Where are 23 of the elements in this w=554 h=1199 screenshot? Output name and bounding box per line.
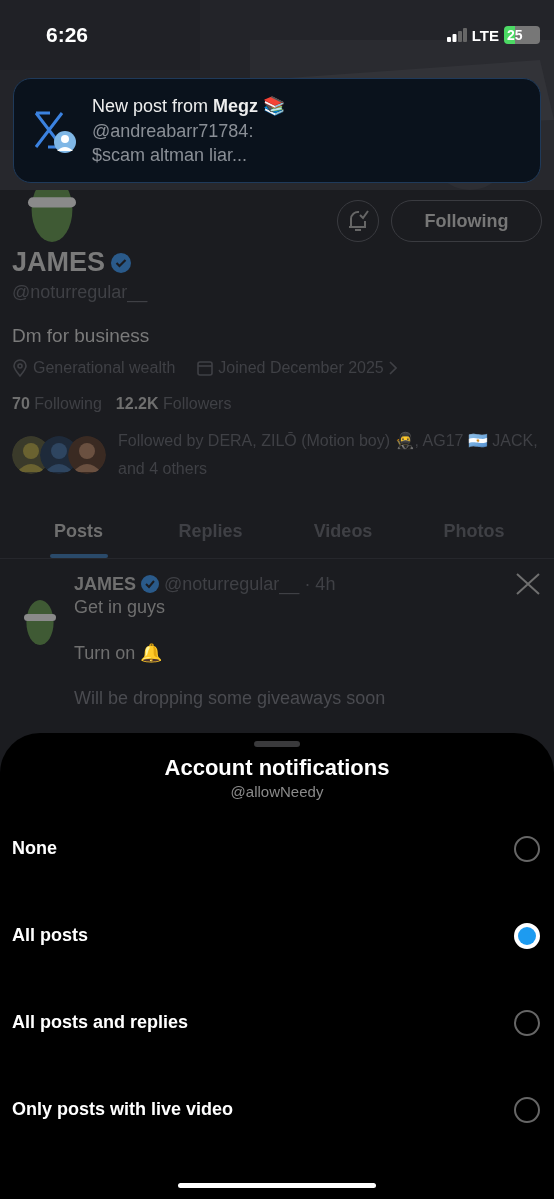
radio-button[interactable] [514, 1096, 540, 1123]
chevron-right-icon [388, 361, 397, 375]
radio-button[interactable] [514, 1009, 540, 1036]
location-icon [12, 359, 28, 377]
profile-bio: Dm for business [12, 325, 151, 347]
sheet-title: Account notifications [163, 755, 391, 781]
notification-option[interactable]: None [0, 805, 554, 892]
sheet-subtitle: @allowNeedy [229, 783, 325, 800]
profile-name: JAMES [12, 247, 106, 278]
post-text: Turn on 🔔 [74, 642, 164, 664]
drag-handle[interactable] [254, 741, 300, 747]
notification-option[interactable]: Only posts with live video [0, 1066, 554, 1153]
bell-icon [347, 209, 369, 233]
notification-option[interactable]: All posts [0, 892, 554, 979]
post-text: Get in guys [74, 597, 167, 618]
author-name: JAMES [74, 573, 136, 595]
calendar-icon [197, 360, 214, 376]
radio-button[interactable] [514, 835, 540, 862]
tab[interactable]: Posts [49, 513, 108, 558]
notification-option[interactable]: All posts and replies [0, 979, 554, 1066]
verified-icon [141, 575, 159, 593]
x-icon [516, 573, 540, 595]
verified-icon [111, 252, 132, 273]
